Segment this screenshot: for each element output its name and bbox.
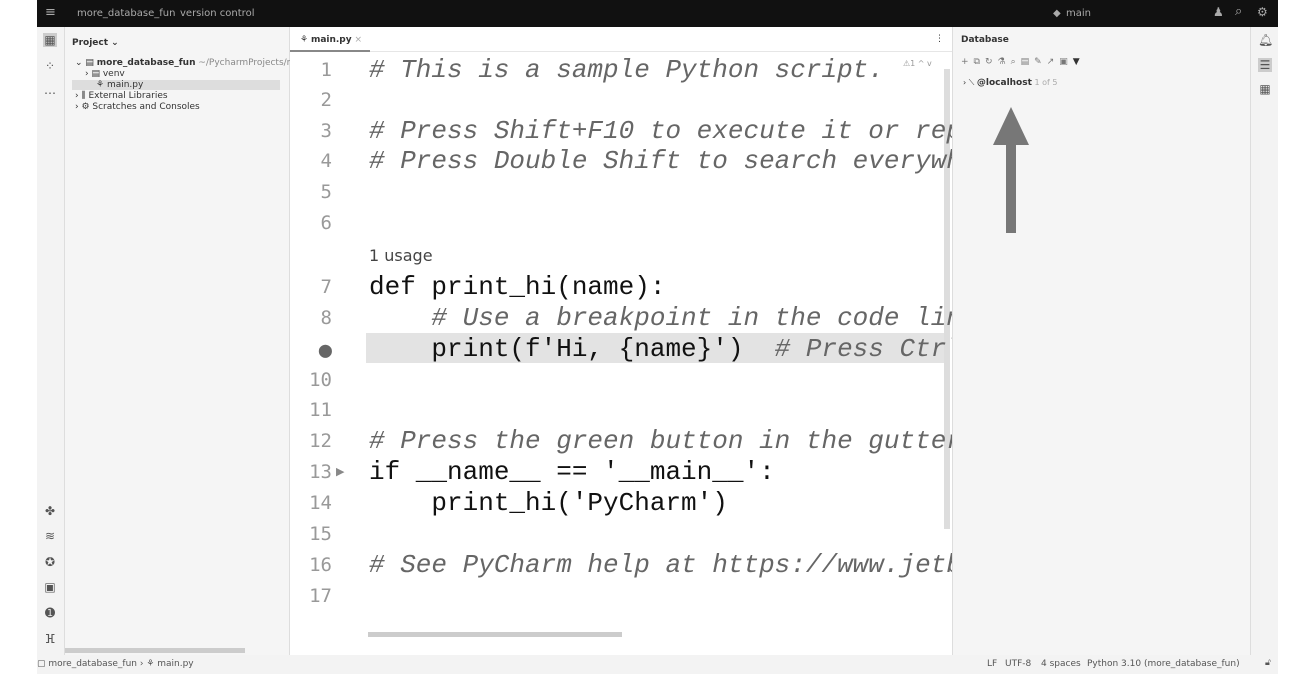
tree-item-venv[interactable]: › ▤ venv	[85, 69, 125, 79]
console-icon[interactable]: ▣	[1059, 57, 1073, 67]
line-number[interactable]: 2	[290, 89, 332, 111]
code-line: print_hi('PyCharm')	[369, 488, 728, 518]
line-number[interactable]: 6	[290, 212, 332, 234]
branch-selector[interactable]: main	[1066, 8, 1091, 19]
close-tab-icon[interactable]: ×	[354, 35, 362, 45]
line-number[interactable]: 7	[290, 276, 332, 298]
interpreter[interactable]: Python 3.10 (more_database_fun)	[1087, 659, 1240, 669]
line-number[interactable]: 12	[290, 430, 332, 452]
structure-icon[interactable]: ⁘	[43, 59, 57, 73]
breakpoint-icon[interactable]: ●	[290, 338, 332, 363]
status-breadcrumb[interactable]: ▢ more_database_fun › ⚘ main.py	[37, 659, 194, 669]
title-bar: ≡ more_database_fun version control ◆ ma…	[37, 0, 1278, 27]
indent[interactable]: 4 spaces	[1041, 659, 1081, 669]
line-number[interactable]: 16	[290, 554, 332, 576]
usage-hint[interactable]: 1 usage	[369, 246, 433, 265]
tree-item-main-py[interactable]: ⚘ main.py	[72, 80, 280, 90]
line-number[interactable]: 3	[290, 120, 332, 142]
code-text: if __name__ == '__main__':	[369, 457, 775, 487]
copy-icon[interactable]: ⧉	[974, 57, 985, 67]
code-line: def print_hi(name):	[369, 272, 665, 302]
encoding[interactable]: UTF-8	[1005, 659, 1031, 669]
database-panel-title: Database	[961, 35, 1009, 45]
layers-icon[interactable]: ≋	[43, 529, 57, 543]
project-folder-icon[interactable]: ▦	[43, 33, 57, 47]
code-text: def print_hi(name):	[369, 272, 666, 302]
line-number[interactable]: 8	[290, 307, 332, 329]
editor-tab-bar: ⚘ main.py × ⋮	[290, 27, 952, 52]
code-text: print(f'Hi, {name}')	[369, 334, 744, 364]
tree-root[interactable]: ⌄ ▤ more_database_fun ~/PycharmProjects/…	[75, 58, 326, 68]
line-number[interactable]: 4	[290, 150, 332, 172]
project-panel: Project ⌄ ⌄ ▤ more_database_fun ~/Pychar…	[65, 27, 326, 655]
query-icon[interactable]: ⌕	[1011, 57, 1021, 67]
more-options-icon[interactable]: ⋮	[935, 34, 944, 44]
jump-icon[interactable]: ↗	[1047, 57, 1060, 67]
code-line: if __name__ == '__main__':	[369, 457, 775, 487]
line-number[interactable]: 10	[290, 369, 332, 391]
vcs-selector[interactable]: version control	[180, 8, 254, 19]
database-panel: Database +⧉↻⚗⌕▤✎↗▣▼ › ⟍ @localhost 1 of …	[952, 27, 1250, 655]
line-number[interactable]: 5	[290, 181, 332, 203]
code-text: print_hi('PyCharm')	[369, 488, 728, 518]
arrow-shaft	[1006, 143, 1016, 233]
notifications-icon[interactable]: 🔔︎	[1258, 33, 1273, 47]
line-number[interactable]: 11	[290, 399, 332, 421]
account-icon[interactable]: ♟	[1213, 5, 1224, 19]
settings-icon[interactable]: ⚙	[1257, 5, 1268, 19]
tree-item-scratches[interactable]: › ⚙ Scratches and Consoles	[75, 102, 200, 112]
more-icon[interactable]: …	[43, 83, 57, 97]
database-toolbar: +⧉↻⚗⌕▤✎↗▣▼	[961, 57, 1085, 67]
inspection-widget[interactable]: ⚠1 ^ v	[903, 59, 932, 68]
tab-main-py[interactable]: ⚘ main.py ×	[290, 27, 371, 52]
tree-item-external-libraries[interactable]: › ⫼ External Libraries	[75, 91, 168, 101]
main-menu-icon[interactable]: ≡	[45, 5, 56, 20]
run-gutter-icon[interactable]: ▶	[336, 465, 344, 478]
left-tool-strip: ▦ ⁘ … ✤ ≋ ✪ ▣ ➊ ⴼ	[37, 27, 65, 655]
refresh-icon[interactable]: ↻	[985, 57, 998, 67]
line-number[interactable]: 15	[290, 523, 332, 545]
code-text: # This is a sample Python script.	[369, 55, 884, 85]
edit-icon[interactable]: ✎	[1034, 57, 1047, 67]
project-selector[interactable]: more_database_fun	[77, 8, 175, 19]
grid-icon[interactable]: ▦	[1258, 82, 1272, 96]
table-icon[interactable]: ▤	[1021, 57, 1035, 67]
status-bar: ▢ more_database_fun › ⚘ main.py LF UTF-8…	[37, 655, 1278, 674]
horizontal-scrollbar[interactable]	[65, 648, 245, 653]
line-number[interactable]: 13	[290, 461, 332, 483]
problems-icon[interactable]: ➊	[43, 606, 57, 620]
code-line: # This is a sample Python script.	[369, 55, 884, 85]
line-number[interactable]: 14	[290, 492, 332, 514]
git-icon[interactable]: ⴼ	[43, 632, 57, 646]
search-icon[interactable]: ⌕	[1235, 4, 1242, 19]
schema-icon[interactable]: ⚗	[998, 57, 1011, 67]
line-number[interactable]: 1	[290, 59, 332, 81]
line-separator[interactable]: LF	[987, 659, 997, 669]
right-tool-strip: 🔔︎ ☰ ▦	[1250, 27, 1278, 655]
arrow-head	[993, 107, 1029, 145]
branch-icon: ◆	[1053, 8, 1061, 19]
annotation-arrow	[993, 107, 1029, 233]
horizontal-scrollbar[interactable]	[368, 632, 622, 637]
filter-icon[interactable]: ▼	[1073, 57, 1085, 67]
project-panel-title[interactable]: Project ⌄	[72, 38, 119, 48]
services-icon[interactable]: ✪	[43, 555, 57, 569]
terminal-icon[interactable]: ▣	[43, 580, 57, 594]
lock-icon[interactable]: 🔓︎	[1265, 658, 1271, 668]
add-icon[interactable]: +	[961, 57, 974, 67]
line-number[interactable]: 17	[290, 585, 332, 607]
python-packages-icon[interactable]: ✤	[43, 504, 57, 518]
editor[interactable]: ⚘ main.py × ⋮ ⚠1 ^ v 1 # This is a sample…	[290, 27, 1071, 655]
datasource-localhost[interactable]: › ⟍ @localhost 1 of 5	[963, 78, 1057, 88]
database-icon[interactable]: ☰	[1258, 58, 1272, 72]
